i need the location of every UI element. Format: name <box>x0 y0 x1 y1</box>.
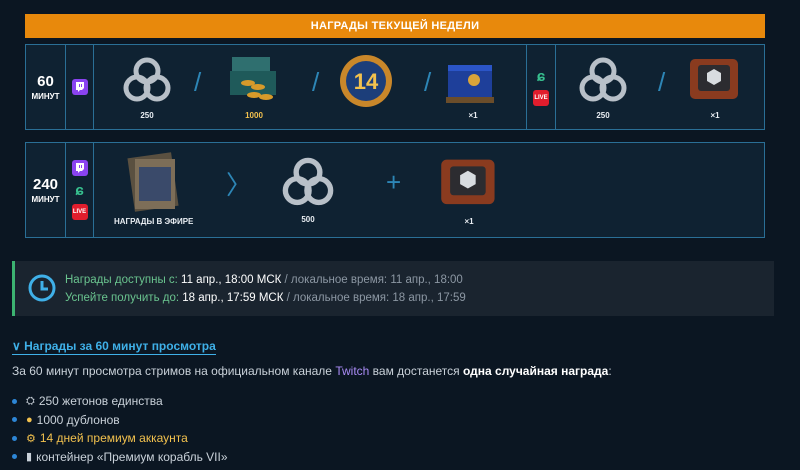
platform-cell-2: ɕ LIVE <box>526 45 556 129</box>
platform-cell <box>66 45 94 129</box>
trovo-icon: ɕ <box>75 181 84 199</box>
unity-token-icon <box>123 57 171 102</box>
weekly-rewards-banner: НАГРАДЫ ТЕКУЩЕЙ НЕДЕЛИ <box>25 14 765 38</box>
twitch-icon <box>71 79 88 95</box>
twitch-icon <box>71 160 88 176</box>
separator-chevron: 〉 <box>226 170 253 200</box>
end-value: 18 апр., 17:59 МСК <box>182 292 284 304</box>
reward-doubloons: 1000 <box>226 53 282 120</box>
live-badge-label: LIVE <box>72 209 87 215</box>
twitch-link[interactable]: Twitch <box>335 364 369 378</box>
time-value: 240 <box>32 175 59 193</box>
doubloon-small-icon: ● <box>26 413 33 426</box>
unity-token-icon <box>579 57 627 102</box>
start-value: 11 апр., 18:00 МСК <box>181 274 282 286</box>
bullet-dot <box>12 435 17 441</box>
reward-label: ×1 <box>464 217 474 226</box>
premium-container-icon <box>446 65 494 103</box>
availability-start: Награды доступны с: 11 апр., 18:00 МСК /… <box>65 274 463 286</box>
rewards-panel-240: 240 МИНУТ ɕ LIVE НАГРАДЫ В ЭФИРЕ 〉 500 + <box>25 142 765 238</box>
reward-text: 250 жетонов единства <box>38 394 163 409</box>
bullet-dot <box>12 454 17 460</box>
list-item: ● 1000 дублонов <box>12 411 228 430</box>
rewards-panel-60: 60 МИНУТ 250 / 1000 / 14 / ×1 ɕ LIVE 250… <box>25 44 765 130</box>
platform-cell: ɕ LIVE <box>66 143 94 237</box>
reward-crate: ×1 <box>686 53 744 120</box>
svg-text:14: 14 <box>354 69 379 94</box>
reward-unity-tokens: 250 <box>122 55 172 120</box>
live-badge-label: LIVE <box>534 95 548 101</box>
doubloons-chest-icon <box>230 57 276 100</box>
time-value: 60 <box>37 72 54 90</box>
separator-slash: / <box>424 67 432 97</box>
reward-premium-container: ×1 <box>444 53 502 120</box>
reward-label: 1000 <box>245 111 263 120</box>
availability-box: Награды доступны с: 11 апр., 18:00 МСК /… <box>12 261 774 316</box>
container-small-icon: ▮ <box>26 451 33 464</box>
reward-label: ×1 <box>710 111 720 120</box>
reward-label: 250 <box>596 111 610 120</box>
end-local: / локальное время: 18 апр., 17:59 <box>286 292 466 304</box>
time-cell: 240 МИНУТ <box>26 143 66 237</box>
list-item: ▮ контейнер «Премиум корабль VII» <box>12 448 228 467</box>
unity-token-small-icon: ⛭ <box>26 394 35 407</box>
live-rewards-booklet-icon <box>127 152 179 212</box>
banner-title: НАГРАДЫ ТЕКУЩЕЙ НЕДЕЛИ <box>310 20 480 32</box>
reward-text: контейнер «Премиум корабль VII» <box>36 449 228 464</box>
reward-label: ×1 <box>468 111 478 120</box>
reward-label: НАГРАДЫ В ЭФИРЕ <box>114 217 194 226</box>
start-local: / локальное время: 11 апр., 18:00 <box>284 274 463 286</box>
supply-crate-icon <box>441 159 495 205</box>
reward-unity-tokens-2: 250 <box>578 55 628 120</box>
live-icon: LIVE <box>71 204 88 220</box>
reward-unity-tokens-500: 500 <box>280 155 336 224</box>
time-unit: МИНУТ <box>31 91 60 101</box>
reward-live-rewards: НАГРАДЫ В ЭФИРЕ <box>114 151 193 226</box>
bullet-dot <box>12 417 17 423</box>
bullet-dot <box>12 398 17 404</box>
availability-end: Успейте получить до: 18 апр., 17:59 МСК … <box>65 292 466 304</box>
reward-text: 14 дней премиум аккаунта <box>39 431 188 446</box>
para-middle: вам достанется <box>369 364 463 378</box>
rewards-description: За 60 минут просмотра стримов на официал… <box>12 364 612 378</box>
trovo-icon: ɕ <box>536 67 546 85</box>
separator-slash: / <box>658 67 666 97</box>
para-before: За 60 минут просмотра стримов на официал… <box>12 364 336 378</box>
reward-crate-240: ×1 <box>436 153 502 226</box>
unity-token-icon <box>282 157 334 206</box>
premium-small-icon: ⚙ <box>26 432 36 445</box>
separator-slash: / <box>312 67 320 97</box>
reward-text: 1000 дублонов <box>36 412 120 427</box>
list-item: ⚙ 14 дней премиум аккаунта <box>12 429 228 448</box>
start-label: Награды доступны с: <box>65 274 178 286</box>
reward-label: 250 <box>140 111 154 120</box>
para-bold: одна случайная награда <box>462 364 609 378</box>
separator-slash: / <box>194 67 202 97</box>
clock-icon <box>28 274 56 302</box>
para-after: : <box>608 364 612 378</box>
list-item: ⛭ 250 жетонов единства <box>12 392 228 411</box>
end-label: Успейте получить до: <box>65 292 180 304</box>
time-unit: МИНУТ <box>31 194 60 204</box>
supply-crate-icon <box>690 59 738 99</box>
live-icon: LIVE <box>533 90 549 106</box>
reward-label: 500 <box>301 215 315 224</box>
rewards-60-toggle[interactable]: ∨ Награды за 60 минут просмотра <box>12 339 216 355</box>
premium-days-badge-icon: 14 <box>340 55 392 107</box>
reward-premium-14: 14 <box>338 51 394 111</box>
rewards-list: ⛭ 250 жетонов единства ● 1000 дублонов ⚙… <box>12 392 228 466</box>
time-cell: 60 МИНУТ <box>26 45 66 129</box>
separator-plus: + <box>386 167 402 197</box>
